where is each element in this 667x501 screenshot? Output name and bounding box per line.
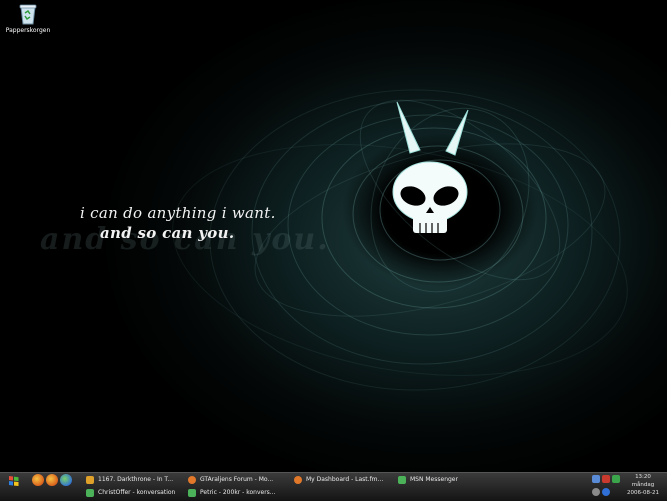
taskbar-button-chat-christoffer[interactable]: ChristOffer - konversation xyxy=(84,487,184,499)
msn-chat-icon xyxy=(86,489,94,497)
clock-time: 13:20 xyxy=(635,474,651,480)
taskbar-button-msn[interactable]: MSN Messenger xyxy=(396,474,496,486)
quicklaunch-firefox-icon[interactable] xyxy=(32,474,44,486)
bunny-skull-icon xyxy=(392,101,469,233)
antivirus-icon[interactable] xyxy=(602,475,610,483)
msn-chat-icon xyxy=(188,489,196,497)
taskbar-button-chat-petric[interactable]: Petric - 200kr - konvers... xyxy=(186,487,290,499)
start-button[interactable] xyxy=(4,475,24,487)
monitor-icon[interactable] xyxy=(612,475,620,483)
clock-day: måndag xyxy=(631,482,655,488)
task-label: 1167. Darkthrone - In T... xyxy=(98,476,174,483)
quicklaunch-msn-icon[interactable] xyxy=(60,474,72,486)
desktop: Papperskorgen and so can you. i can do a… xyxy=(0,0,667,472)
msn-icon xyxy=(398,476,406,484)
taskbar-button-forum[interactable]: GTAraljens Forum - Mo... xyxy=(186,474,290,486)
task-label: Petric - 200kr - konvers... xyxy=(200,489,276,496)
task-label: My Dashboard - Last.fm... xyxy=(306,476,384,483)
taskbar-button-lastfm[interactable]: My Dashboard - Last.fm... xyxy=(292,474,394,486)
wallpaper-slogan-line2: and so can you. xyxy=(100,224,235,242)
firefox-icon xyxy=(188,476,196,484)
clock[interactable]: 13:20 måndag 2006-08-21 xyxy=(620,473,666,497)
quicklaunch-firefox-icon[interactable] xyxy=(46,474,58,486)
task-label: ChristOffer - konversation xyxy=(98,489,176,496)
taskbar-button-winamp[interactable]: 1167. Darkthrone - In T... xyxy=(84,474,184,486)
recycle-bin-icon xyxy=(19,4,37,25)
taskbar: 1167. Darkthrone - In T... GTAraljens Fo… xyxy=(0,472,667,501)
speaker-icon[interactable] xyxy=(592,488,600,496)
bluetooth-icon[interactable] xyxy=(602,488,610,496)
windows-logo-icon xyxy=(9,476,19,486)
winamp-icon xyxy=(86,476,94,484)
wallpaper-slogan: i can do anything i want. and so can you… xyxy=(80,203,276,243)
wallpaper-slogan-line1: i can do anything i want. xyxy=(80,204,276,222)
network-icon[interactable] xyxy=(592,475,600,483)
task-label: MSN Messenger xyxy=(410,476,458,483)
desktop-icon-recycle-bin[interactable]: Papperskorgen xyxy=(2,2,54,34)
firefox-icon xyxy=(294,476,302,484)
clock-date: 2006-08-21 xyxy=(627,490,659,496)
desktop-icon-label: Papperskorgen xyxy=(5,27,51,34)
task-label: GTAraljens Forum - Mo... xyxy=(200,476,274,483)
